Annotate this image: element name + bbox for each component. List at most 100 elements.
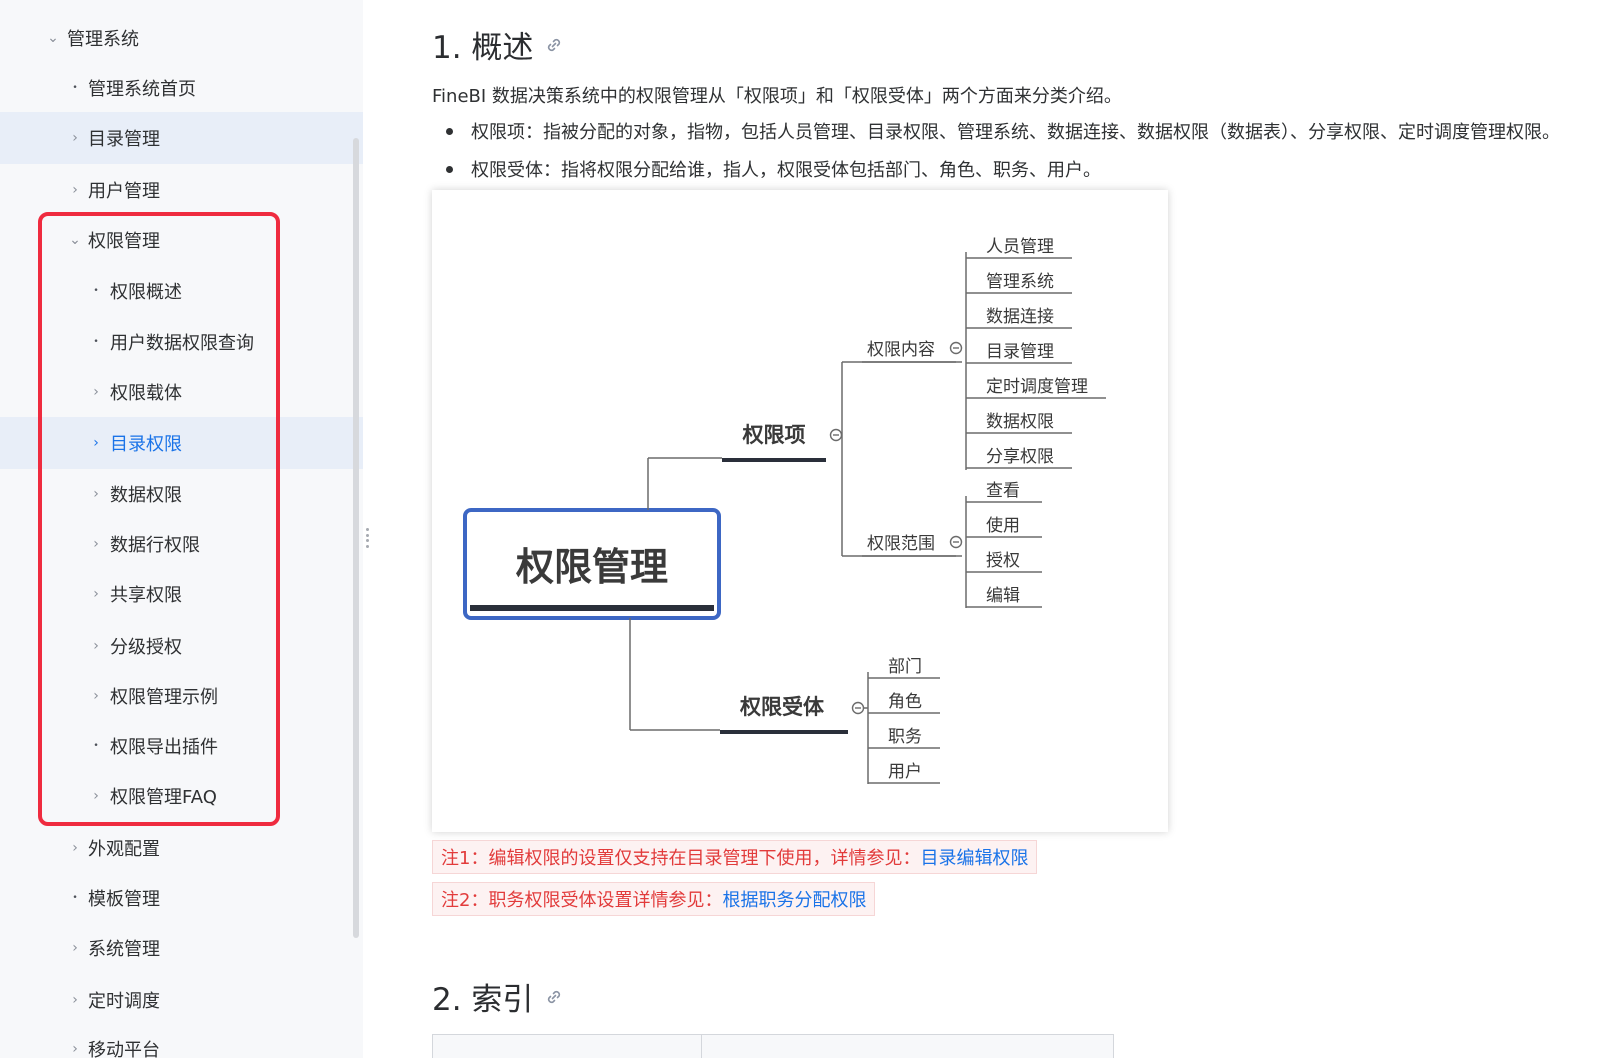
sidebar-item[interactable]: › 权限管理FAQ [0, 770, 363, 822]
chevron-right-icon[interactable]: › [89, 385, 103, 399]
leaf-node-label: 用户 [888, 762, 922, 782]
sidebar-item[interactable]: › 移动平台 [0, 1023, 363, 1058]
leaf-node-label: 职务 [888, 727, 922, 747]
leaf-node-label: 目录管理 [986, 342, 1054, 362]
chevron-down-icon[interactable]: ⌄ [68, 233, 82, 247]
sidebar-item[interactable]: › 数据行权限 [0, 518, 363, 570]
sidebar-item[interactable]: › 权限管理示例 [0, 670, 363, 722]
bullet-icon: • [93, 336, 99, 347]
sidebar-item-label: 定时调度 [88, 991, 160, 1012]
sidebar-item[interactable]: › 数据权限 [0, 468, 363, 520]
list-item: 权限受体：指将权限分配给谁，指人，权限受体包括部门、角色、职务、用户。 [446, 156, 1101, 182]
sidebar-item-label: 管理系统首页 [88, 79, 196, 100]
chevron-right-icon[interactable]: › [89, 587, 103, 601]
leaf-node-label: 编辑 [986, 586, 1020, 606]
root-node-label: 权限管理 [515, 545, 668, 589]
chevron-right-icon[interactable]: › [68, 993, 82, 1007]
list-item-text: 权限受体：指将权限分配给谁，指人，权限受体包括部门、角色、职务、用户。 [471, 160, 1101, 181]
leaf-node-label: 授权 [986, 551, 1020, 571]
bullet-dot-icon [446, 127, 453, 135]
section-title: 1. 概述 [432, 30, 534, 66]
pane-resize-handle[interactable] [366, 528, 370, 548]
sidebar-item[interactable]: • 权限导出插件 [0, 720, 363, 772]
note-link-position-permission[interactable]: 根据职务分配权限 [722, 886, 866, 912]
note-link-catalog-edit-permission[interactable]: 目录编辑权限 [920, 844, 1028, 870]
sidebar-item[interactable]: › 外观配置 [0, 822, 363, 874]
bullet-icon: • [93, 740, 99, 751]
branch-node-label: 权限项 [742, 423, 806, 447]
sub-node-label: 权限内容 [867, 340, 935, 360]
leaf-node-label: 定时调度管理 [986, 377, 1088, 397]
sidebar-item-label: 用户管理 [88, 181, 160, 202]
sidebar-item[interactable]: • 用户数据权限查询 [0, 316, 363, 368]
chevron-right-icon[interactable]: › [68, 841, 82, 855]
section-title: 2. 索引 [432, 982, 534, 1018]
sidebar-item[interactable]: › 目录管理 [0, 112, 363, 164]
sidebar-item[interactable]: › 用户管理 [0, 164, 363, 216]
leaf-node-label: 分享权限 [986, 447, 1054, 467]
chevron-right-icon[interactable]: › [89, 537, 103, 551]
chevron-right-icon[interactable]: › [89, 639, 103, 653]
note-text: 注2：职务权限受体设置详情参见： [441, 890, 723, 911]
sidebar-item-label: 权限导出插件 [110, 737, 218, 758]
leaf-node-label: 数据权限 [986, 412, 1054, 432]
leaf-node-label: 查看 [986, 481, 1020, 501]
note-1: 注1：编辑权限的设置仅支持在目录管理下使用，详情参见： 目录编辑权限 [432, 840, 1038, 874]
sidebar-item-label: 目录管理 [88, 129, 160, 150]
branch-node-label: 权限受体 [739, 695, 825, 719]
bullet-dot-icon [446, 165, 453, 173]
sidebar-item-label: 权限概述 [110, 282, 182, 303]
chevron-down-icon[interactable]: ⌄ [46, 31, 60, 45]
mind-map-diagram: 权限管理 权限项 权限内容 人员管理管理系统数据连接目录管理定时调度管理数据权限分享权… [463, 237, 1106, 784]
sidebar-item[interactable]: • 管理系统首页 [0, 62, 363, 114]
note-2: 注2：职务权限受体设置详情参见： 根据职务分配权限 [432, 882, 876, 916]
sidebar-item[interactable]: › 系统管理 [0, 922, 363, 974]
chevron-right-icon[interactable]: › [68, 183, 82, 197]
sidebar-nav: ⌄ 管理系统 • 管理系统首页 › 目录管理 › 用户管理 ⌄ 权限管理 • 权限概述 • 用户数据权限查… [0, 0, 363, 1058]
index-table [432, 1034, 1114, 1058]
chevron-right-icon[interactable]: › [68, 941, 82, 955]
sidebar-item-label: 权限管理示例 [110, 687, 218, 708]
sidebar-item[interactable]: ⌄ 权限管理 [0, 214, 363, 266]
mind-map-image: 权限管理 权限项 权限内容 人员管理 管理系统 数据连接 目录管理 定时调度管理 数据权限 分享权… [432, 190, 1168, 832]
sidebar-item-label: 模板管理 [88, 889, 160, 910]
leaf-node-label: 角色 [888, 692, 922, 712]
chevron-right-icon[interactable]: › [89, 487, 103, 501]
bullet-icon: • [72, 82, 78, 93]
sub-node-label: 权限范围 [867, 534, 935, 554]
main-content: 1. 概述 FineBI 数据决策系统中的权限管理从「权限项」和「权限受体」两个… [432, 0, 1618, 1058]
sidebar-item[interactable]: › 定时调度 [0, 974, 363, 1026]
sidebar-item-label: 外观配置 [88, 839, 160, 860]
leaf-node-label: 部门 [888, 657, 922, 677]
sidebar-item-label: 移动平台 [88, 1040, 160, 1058]
sidebar-item[interactable]: ⌄ 管理系统 [0, 12, 363, 64]
list-item-text: 权限项：指被分配的对象，指物，包括人员管理、目录权限、管理系统、数据连接、数据权… [471, 122, 1560, 143]
anchor-link-icon[interactable] [545, 36, 563, 54]
sidebar-item-label: 数据权限 [110, 485, 182, 506]
note-text: 注1：编辑权限的设置仅支持在目录管理下使用，详情参见： [441, 848, 921, 869]
leaf-node-label: 人员管理 [986, 237, 1054, 257]
section-heading-index: 2. 索引 [432, 974, 563, 1019]
leaf-node-label: 管理系统 [986, 272, 1054, 292]
chevron-right-icon[interactable]: › [68, 1042, 82, 1056]
leaf-node-label: 使用 [986, 515, 1020, 536]
sidebar-item[interactable]: › 目录权限 [0, 417, 363, 469]
chevron-right-icon[interactable]: › [68, 131, 82, 145]
sidebar-item[interactable]: › 共享权限 [0, 568, 363, 620]
sidebar-item[interactable]: • 模板管理 [0, 872, 363, 924]
chevron-right-icon[interactable]: › [89, 789, 103, 803]
sidebar-item-label: 管理系统 [67, 29, 139, 50]
bullet-icon: • [72, 892, 78, 903]
chevron-right-icon[interactable]: › [89, 689, 103, 703]
sidebar-item[interactable]: › 分级授权 [0, 620, 363, 672]
sidebar-item-label: 分级授权 [110, 637, 182, 658]
sidebar-scrollbar[interactable] [353, 138, 359, 938]
sidebar-item-label: 权限管理FAQ [110, 787, 217, 808]
sidebar-item-label: 权限载体 [110, 383, 182, 404]
sidebar-item-label: 权限管理 [88, 231, 160, 252]
section-heading-overview: 1. 概述 [432, 22, 563, 67]
chevron-right-icon[interactable]: › [89, 436, 103, 450]
sidebar-item[interactable]: • 权限概述 [0, 265, 363, 317]
anchor-link-icon[interactable] [545, 988, 563, 1006]
sidebar-item[interactable]: › 权限载体 [0, 366, 363, 418]
